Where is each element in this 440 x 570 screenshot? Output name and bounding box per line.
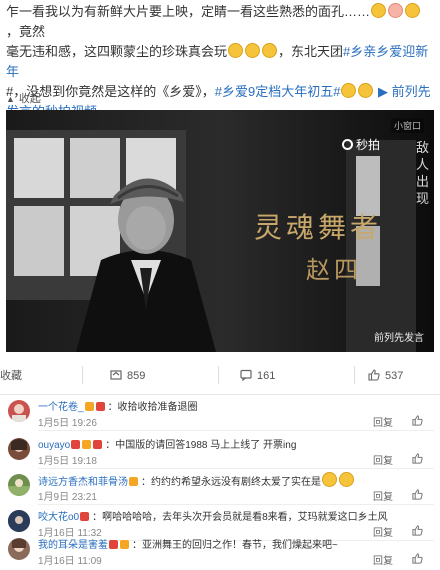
comment-item: 一个花卷_ ：收拾收拾准备退圈 1月5日 19:26 回复 [0, 396, 440, 430]
cat-emoji-icon-2 [358, 83, 374, 98]
comment-text: ：啊哈哈哈哈，去年头次开会员就是看8来看，艾玛就爱这口乡土风 [92, 512, 388, 523]
video-caption-1: 灵魂舞者 [254, 211, 383, 244]
comment-divider [38, 468, 434, 469]
member-badge-icon [95, 402, 105, 411]
like-count: 537 [385, 370, 404, 382]
mini-window-button[interactable]: 小窗口 [390, 118, 424, 133]
divider [82, 366, 83, 384]
comment-text: ：中国版的请回答1988 马上上线了 开票ing [105, 440, 297, 451]
comment-user[interactable]: 咬大花o0 [38, 512, 79, 523]
avatar[interactable] [8, 400, 30, 422]
video-link-icon[interactable]: ▶ [374, 84, 391, 99]
video-credit: 前列先发言 [374, 333, 424, 344]
brand-text: 秒拍 [355, 138, 380, 152]
repost-count: 859 [127, 370, 146, 382]
wink-emoji-icon-2 [245, 43, 261, 58]
comment-divider [38, 504, 434, 505]
comment-item: 诗远方香杰和菲骨汤 ：约约约希望永远没有剧终太爱了实在是 1月9日 23:21 回… [0, 470, 440, 504]
reply-button[interactable]: 回复 [373, 452, 393, 467]
collapse-toggle[interactable]: ▲ 收起 [6, 92, 41, 106]
cry-emoji-icon-2 [339, 472, 354, 487]
cry-emoji-icon [405, 3, 421, 18]
post-line2-end: ，东北天团 [278, 44, 344, 59]
favorite-label: 收藏 [0, 370, 22, 382]
like-icon [368, 369, 380, 385]
star-badge-icon [71, 440, 81, 449]
sweat-emoji-icon [371, 3, 387, 18]
comment-like-icon[interactable] [412, 551, 423, 569]
reply-button[interactable]: 回复 [373, 414, 393, 429]
comment-time: 1月16日 11:09 [38, 556, 102, 567]
video-side-text: 敌人出现 [416, 141, 430, 207]
comment-text: ：收拾收拾准备退圈 [107, 402, 198, 413]
comment-button[interactable]: 161 [240, 369, 275, 383]
hashtag-link-2[interactable]: #乡爱9定档大年初五# [215, 84, 341, 99]
comment-time: 1月5日 19:26 [38, 418, 97, 429]
avatar[interactable] [8, 474, 30, 496]
comment-like-icon[interactable] [412, 413, 423, 431]
avatar[interactable] [8, 510, 30, 532]
action-bar: 收藏 859 161 537 [0, 356, 440, 395]
comment-divider [38, 430, 434, 431]
chevron-up-icon: ▲ [6, 94, 15, 104]
comment-user[interactable]: 我的耳朵是害羞 [38, 540, 108, 551]
comment-time: 1月5日 19:18 [38, 456, 97, 467]
divider [354, 366, 355, 384]
vip-badge-icon [129, 477, 138, 486]
reply-button[interactable]: 回复 [373, 552, 393, 567]
collapse-label: 收起 [18, 93, 41, 105]
reply-button[interactable]: 回复 [373, 488, 393, 503]
member-badge-icon [80, 512, 90, 521]
miaopai-logo-icon [341, 139, 353, 150]
divider [218, 366, 219, 384]
vip-badge-icon [82, 440, 92, 449]
video-caption-2: 赵四 [306, 256, 362, 284]
comment-user[interactable]: 诗远方香杰和菲骨汤 [38, 477, 128, 488]
comment-text: ：约约约希望永远没有剧终太爱了实在是 [141, 477, 321, 488]
comment-text: ：亚洲舞王的回归之作！春节，我们燥起来吧~ [132, 540, 338, 551]
member-badge-icon [93, 440, 103, 449]
favorite-button[interactable]: 收藏 [0, 369, 22, 383]
star-badge-icon [109, 540, 118, 549]
wink-emoji-icon [228, 43, 244, 58]
comment-time: 1月9日 23:21 [38, 492, 97, 503]
miaopai-logo: 秒拍 [341, 136, 380, 153]
vip-badge-icon [120, 540, 129, 549]
repost-icon [110, 369, 122, 385]
cat-emoji-icon [341, 83, 357, 98]
comment-icon [240, 369, 252, 385]
video-player[interactable]: 小窗口 秒拍 灵魂舞者 赵四 敌人出现 前列先发言 [6, 110, 434, 352]
avatar[interactable] [8, 538, 30, 560]
laugh-emoji-icon [388, 3, 404, 18]
avatar[interactable] [8, 438, 30, 460]
post-line1-end: ，竟然 [6, 24, 46, 39]
cry-emoji-icon [322, 472, 337, 487]
comment-user[interactable]: ouyayo [38, 440, 70, 451]
post-line2: 毫无违和感，这四颗蒙尘的珍珠真会玩 [6, 44, 228, 59]
comment-like-icon[interactable] [412, 487, 423, 505]
repost-button[interactable]: 859 [110, 369, 145, 383]
post-text: 乍一看我以为有新鲜大片要上映，定睛一看这些熟悉的面孔…… ，竟然 毫无违和感，这四… [6, 2, 434, 122]
comment-item: ouyayo ：中国版的请回答1988 马上上线了 开票ing 1月5日 19:1… [0, 434, 440, 468]
vip-badge-icon [84, 402, 94, 411]
like-button[interactable]: 537 [368, 369, 403, 383]
comment-count: 161 [257, 370, 276, 382]
comment-user[interactable]: 一个花卷_ [38, 402, 84, 413]
post-line1: 乍一看我以为有新鲜大片要上映，定睛一看这些熟悉的面孔…… [6, 4, 371, 19]
wink-emoji-icon-3 [262, 43, 278, 58]
comment-item: 我的耳朵是害羞 ：亚洲舞王的回归之作！春节，我们燥起来吧~ 1月16日 11:09… [0, 534, 440, 568]
comment-like-icon[interactable] [412, 451, 423, 469]
